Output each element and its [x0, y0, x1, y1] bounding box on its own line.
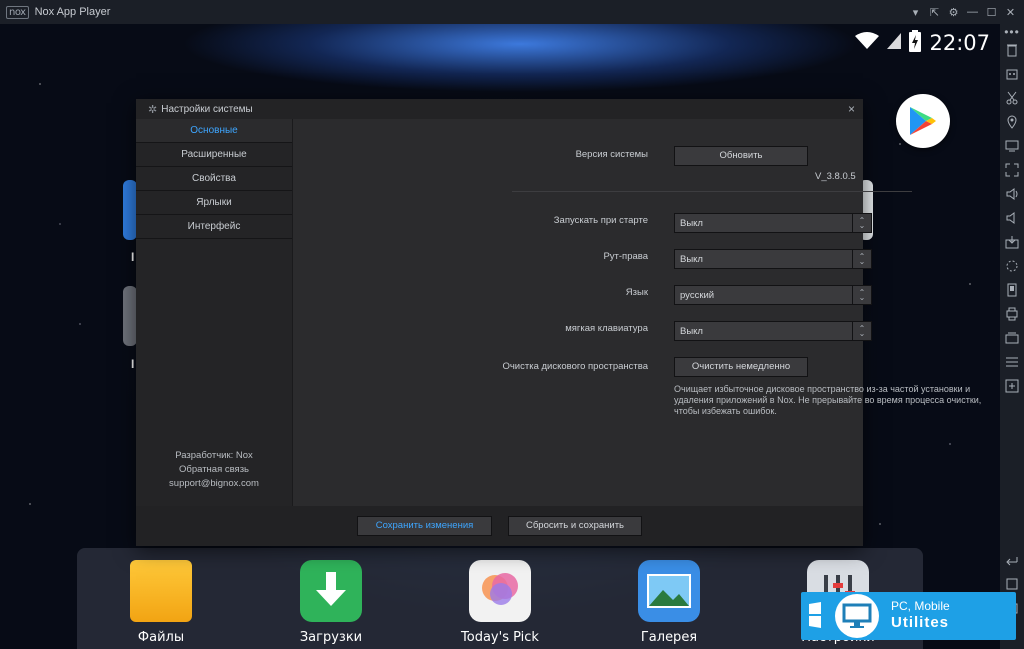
dock-app-files[interactable]: Файлы [121, 560, 201, 645]
dock-app-gallery[interactable]: Галерея [629, 560, 709, 645]
menu-dropdown-icon[interactable]: ▾ [906, 0, 925, 24]
back-icon[interactable] [1005, 553, 1019, 567]
developer-info: Разработчик: Nox Обратная связь support@… [136, 449, 292, 491]
dialog-close-button[interactable]: × [848, 102, 855, 116]
updown-chevron-icon: ⌃ ⌄ [852, 250, 871, 268]
watermark-line2: Utilites [891, 614, 950, 631]
window-titlebar: nox Nox App Player ▾ ⇱ ⚙ — ☐ ✕ [0, 0, 1024, 25]
gear-icon: ✲ [148, 103, 158, 116]
menu-lines-icon[interactable] [1005, 355, 1019, 369]
dock-app-label: Загрузки [299, 630, 363, 645]
dialog-footer: Сохранить изменения Сбросить и сохранить [136, 506, 863, 546]
monitor-logo-icon [835, 594, 879, 638]
dialog-header: ✲ Настройки системы × [136, 99, 863, 119]
autostart-label: Запускать при старте [553, 215, 648, 226]
dock-app-label: Файлы [137, 630, 185, 645]
status-clock: 22:07 [929, 31, 990, 55]
updown-chevron-icon: ⌃ ⌄ [852, 214, 871, 232]
desktop-app-icon[interactable] [123, 180, 137, 240]
maximize-button[interactable]: ☐ [982, 0, 1001, 24]
nox-logo: nox [6, 5, 29, 19]
feedback-link[interactable]: Обратная связь [136, 463, 292, 477]
settings-content: Версия системы Обновить V_3.8.0.5 Запуск… [293, 119, 981, 506]
watermark-badge: PC, Mobile Utilites [801, 592, 1016, 640]
minimize-button[interactable]: — [963, 0, 982, 24]
cleanup-description: Очищает избыточное дисковое пространство… [674, 384, 982, 416]
disk-cleanup-label: Очистка дискового пространства [502, 361, 648, 372]
add-plus-icon[interactable] [1005, 379, 1019, 393]
desktop-app-label: I [131, 357, 135, 371]
clean-now-button[interactable]: Очистить немедленно [674, 357, 808, 377]
dock-app-label: Today's Pick [461, 630, 539, 645]
window-title: Nox App Player [34, 6, 111, 18]
balloons-icon [469, 560, 531, 622]
soft-keyboard-value: Выкл [680, 326, 703, 337]
developer-label: Разработчик: Nox [175, 450, 253, 461]
save-changes-button[interactable]: Сохранить изменения [357, 516, 492, 536]
watermark-line1: PC, Mobile [891, 599, 950, 613]
home-icon[interactable] [1005, 577, 1019, 591]
soft-keyboard-label: мягкая клавиатура [565, 323, 648, 334]
nav-item-interface[interactable]: Интерфейс [136, 215, 292, 239]
nav-item-shortcuts[interactable]: Ярлыки [136, 191, 292, 215]
autostart-value: Выкл [680, 218, 703, 229]
signal-icon [887, 32, 902, 54]
updown-chevron-icon: ⌃ ⌄ [852, 286, 871, 304]
pin-icon[interactable]: ⇱ [925, 0, 944, 24]
download-arrow-icon [300, 560, 362, 622]
settings-nav: Основные Расширенные Свойства Ярлыки Инт… [136, 119, 293, 506]
close-window-button[interactable]: ✕ [1001, 0, 1020, 24]
robot-icon[interactable] [1005, 67, 1019, 81]
dock-app-todays-pick[interactable]: Today's Pick [460, 560, 540, 645]
android-screen: 22:07 I I ы Файлы Загрузки Tod [0, 24, 1000, 649]
update-button[interactable]: Обновить [674, 146, 808, 166]
gallery-picture-icon [638, 560, 700, 622]
battery-charging-icon [909, 29, 922, 57]
screen-icon[interactable] [1005, 139, 1019, 153]
android-statusbar: 22:07 [855, 29, 990, 57]
dock-app-label: Галерея [640, 630, 698, 645]
keyboard-icon[interactable] [1005, 331, 1019, 345]
desktop-app-icon[interactable] [123, 286, 137, 346]
version-value: V_3.8.0.5 [815, 171, 856, 182]
version-label: Версия системы [575, 149, 648, 160]
dialog-title: Настройки системы [161, 103, 253, 115]
wifi-icon [855, 31, 880, 55]
volume-up-icon[interactable] [1005, 187, 1019, 201]
autostart-select[interactable]: Выкл ⌃ ⌄ [674, 213, 872, 233]
emulator-toolbar: ••• [1000, 24, 1024, 649]
language-label: Язык [625, 287, 648, 298]
nav-item-properties[interactable]: Свойства [136, 167, 292, 191]
folder-icon [130, 560, 192, 622]
nav-item-advanced[interactable]: Расширенные [136, 143, 292, 167]
nav-item-basic[interactable]: Основные [136, 119, 292, 143]
dock-app-downloads[interactable]: Загрузки [291, 560, 371, 645]
settings-gear-icon[interactable]: ⚙ [944, 0, 963, 24]
app-dock: Файлы Загрузки Today's Pick Галерея Наст… [77, 548, 923, 649]
trash-icon[interactable] [1005, 43, 1019, 57]
google-play-icon[interactable] [896, 94, 950, 148]
file-transfer-icon[interactable] [1005, 307, 1019, 321]
soft-keyboard-select[interactable]: Выкл ⌃ ⌄ [674, 321, 872, 341]
root-label: Рут-права [603, 251, 648, 262]
volume-down-icon[interactable] [1005, 211, 1019, 225]
more-dots-icon[interactable]: ••• [1004, 26, 1020, 38]
root-select[interactable]: Выкл ⌃ ⌄ [674, 249, 872, 269]
install-apk-icon[interactable] [1005, 235, 1019, 249]
language-select[interactable]: русский ⌃ ⌄ [674, 285, 872, 305]
multi-instance-icon[interactable] [1005, 283, 1019, 297]
updown-chevron-icon: ⌃ ⌄ [852, 322, 871, 340]
language-value: русский [680, 290, 715, 301]
loading-spinner-icon[interactable] [1005, 259, 1019, 273]
desktop-app-label: I [131, 250, 135, 264]
root-value: Выкл [680, 254, 703, 265]
divider [512, 191, 912, 192]
system-settings-dialog: ✲ Настройки системы × Основные Расширенн… [136, 99, 981, 546]
reset-and-save-button[interactable]: Сбросить и сохранить [508, 516, 642, 536]
scissors-icon[interactable] [1005, 91, 1019, 105]
windows-logo-icon [809, 602, 821, 628]
location-pin-icon[interactable] [1005, 115, 1019, 129]
support-email[interactable]: support@bignox.com [136, 477, 292, 491]
fullscreen-icon[interactable] [1005, 163, 1019, 177]
